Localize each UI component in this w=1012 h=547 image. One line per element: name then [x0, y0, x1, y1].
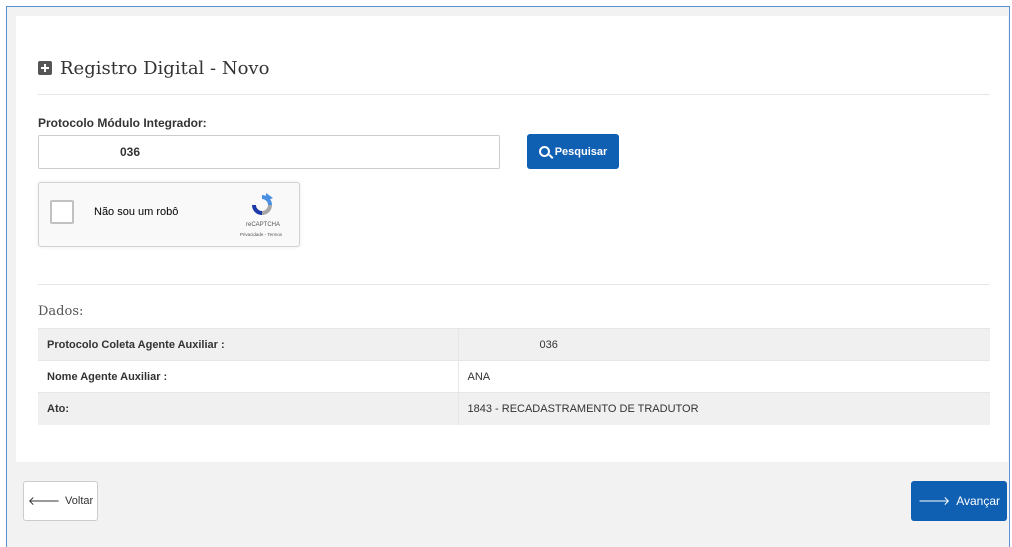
table-row: Ato: 1843 - RECADASTRAMENTO DE TRADUTOR — [38, 392, 990, 425]
title-row: Registro Digital - Novo — [38, 56, 269, 80]
row-value-text: 036 — [539, 338, 558, 351]
recaptcha-icon — [252, 193, 273, 215]
back-button-label: Voltar — [65, 495, 94, 507]
protocol-input[interactable] — [38, 135, 500, 169]
recaptcha-widget: Não sou um robô reCAPTCHA Privacidade - … — [38, 182, 300, 247]
plus-square-icon — [38, 61, 52, 75]
row-value: ANA — [457, 360, 990, 393]
search-button[interactable]: Pesquisar — [527, 134, 619, 169]
protocol-label: Protocolo Módulo Integrador: — [38, 116, 207, 130]
table-row: Nome Agente Auxiliar : ANA — [38, 360, 990, 393]
row-key: Protocolo Coleta Agente Auxiliar : — [38, 328, 458, 361]
table-row: Protocolo Coleta Agente Auxiliar : 036 — [38, 328, 990, 361]
section-title: Dados: — [38, 304, 84, 319]
next-button[interactable]: 🡒 Avançar — [911, 481, 1007, 521]
page-title: Registro Digital - Novo — [60, 57, 270, 79]
data-table: Protocolo Coleta Agente Auxiliar : 036 N… — [38, 328, 990, 425]
divider — [38, 94, 990, 95]
back-button[interactable]: 🡐 Voltar — [23, 481, 98, 521]
search-icon — [538, 146, 550, 157]
search-button-label: Pesquisar — [554, 145, 608, 158]
recaptcha-brand: reCAPTCHA — [245, 222, 280, 228]
divider — [38, 284, 990, 285]
captcha-checkbox[interactable] — [50, 200, 74, 224]
arrow-right-icon: 🡒 — [918, 494, 951, 508]
arrow-left-icon: 🡐 — [27, 494, 61, 508]
row-value: 036 — [457, 328, 990, 361]
row-key: Ato: — [38, 392, 458, 425]
recaptcha-terms-link[interactable]: Privacidade - Termos — [225, 232, 297, 237]
row-value: 1843 - RECADASTRAMENTO DE TRADUTOR — [457, 392, 990, 425]
row-key: Nome Agente Auxiliar : — [38, 360, 458, 393]
captcha-label: Não sou um robô — [94, 206, 179, 218]
next-button-label: Avançar — [956, 494, 1000, 508]
